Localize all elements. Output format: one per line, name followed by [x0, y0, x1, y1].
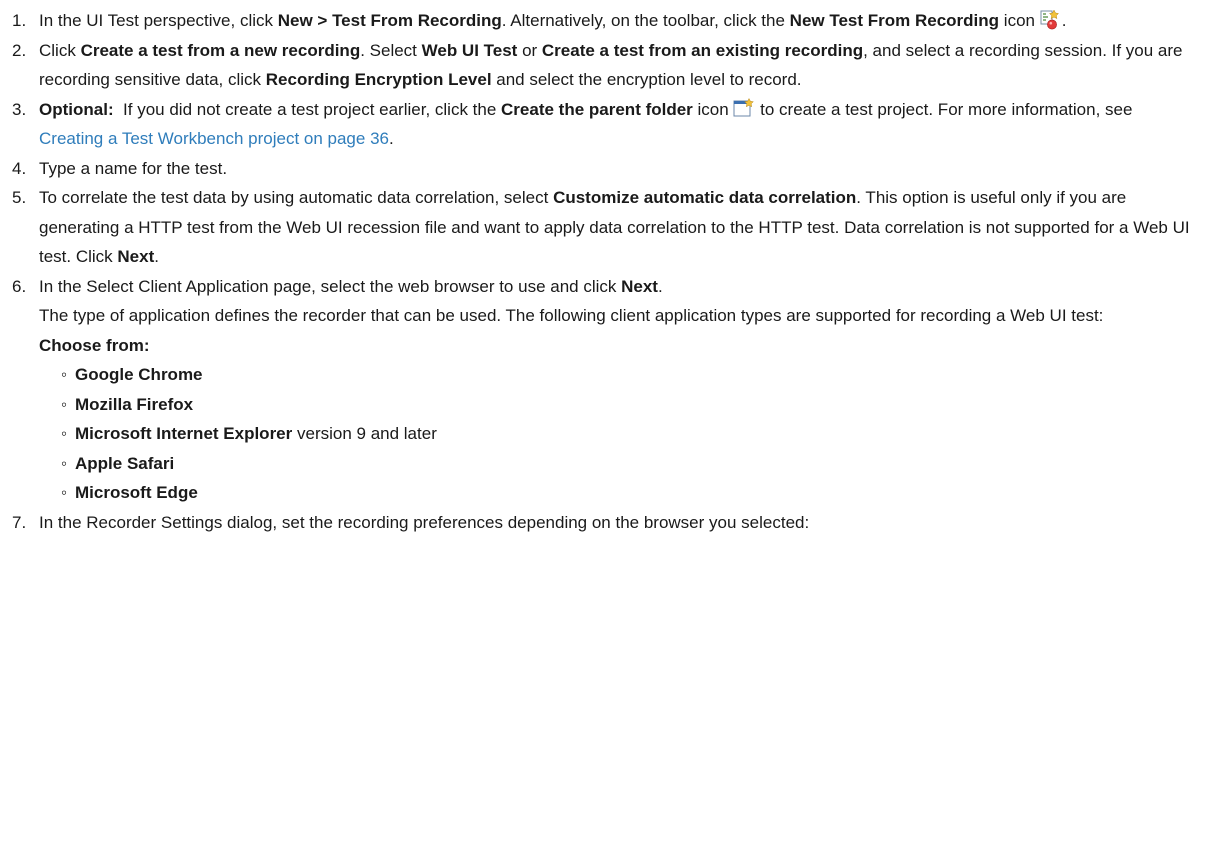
list-item: ◦ Google Chrome: [61, 360, 1198, 390]
step-number: 4.: [12, 158, 27, 178]
document-body: 1. In the UI Test perspective, click New…: [0, 0, 1212, 537]
button-name: New Test From Recording: [789, 11, 1000, 30]
step-3: 3. Optional: If you did not create a tes…: [12, 95, 1198, 154]
bullet-icon: ◦: [61, 483, 68, 502]
step-number: 3.: [12, 99, 27, 119]
step-number: 1.: [12, 11, 27, 30]
list-item: ◦ Apple Safari: [61, 449, 1198, 479]
list-item: ◦ Microsoft Edge: [61, 478, 1198, 508]
creating-project-link[interactable]: Creating a Test Workbench project on pag…: [39, 129, 389, 148]
step-6: 6. In the Select Client Application page…: [12, 272, 1198, 508]
step-number: 7.: [12, 512, 27, 532]
choose-from-label: Choose from:: [39, 335, 150, 355]
browser-options-list: ◦ Google Chrome ◦ Mozilla Firefox ◦ Microso…: [39, 360, 1198, 508]
step-5: 5. To correlate the test data by using a…: [12, 183, 1198, 272]
step-2-text: Click Create a test from a new recording…: [39, 40, 1183, 90]
bullet-icon: ◦: [61, 453, 68, 473]
bullet-icon: ◦: [61, 424, 68, 443]
step-number: 2.: [12, 40, 27, 60]
step-number: 5.: [12, 188, 27, 207]
step-2: 2. Click Create a test from a new record…: [12, 36, 1198, 95]
step-6-text: In the Select Client Application page, s…: [39, 276, 663, 296]
menu-path: New > Test From Recording: [277, 11, 502, 30]
optional-label: Optional:: [39, 99, 114, 119]
bullet-icon: ◦: [61, 365, 68, 384]
bullet-icon: ◦: [61, 394, 68, 414]
step-number: 6.: [12, 276, 27, 296]
step-4: 4. Type a name for the test.: [12, 154, 1198, 184]
step-6-description: The type of application defines the reco…: [39, 306, 1104, 325]
step-5-text: To correlate the test data by using auto…: [39, 188, 1190, 266]
step-4-text: Type a name for the test.: [39, 158, 228, 178]
new-test-from-recording-icon: [1040, 9, 1062, 30]
step-1: 1. In the UI Test perspective, click New…: [12, 6, 1198, 36]
step-3-text: Optional: If you did not create a test p…: [39, 97, 1133, 148]
step-1-text: In the UI Test perspective, click New > …: [39, 9, 1067, 30]
create-parent-folder-icon: [733, 97, 755, 118]
list-item: ◦ Microsoft Internet Explorer version 9 a…: [61, 419, 1198, 449]
step-7: 7. In the Recorder Settings dialog, set …: [12, 508, 1198, 538]
step-7-text: In the Recorder Settings dialog, set the…: [39, 512, 810, 532]
list-item: ◦ Mozilla Firefox: [61, 390, 1198, 420]
